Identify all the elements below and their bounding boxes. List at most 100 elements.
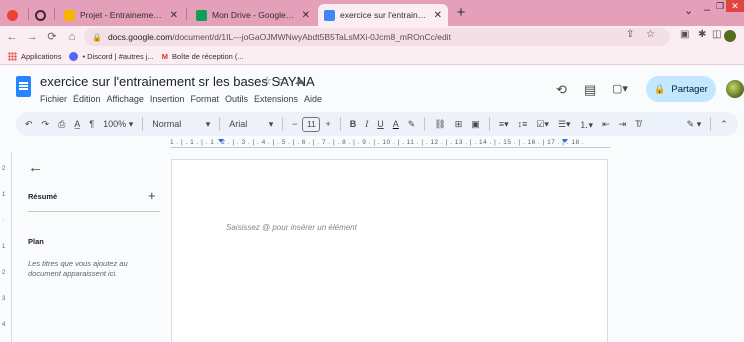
- share-page-icon[interactable]: ⇪: [626, 29, 634, 40]
- print-icon[interactable]: ⎙: [58, 119, 65, 130]
- horizontal-ruler[interactable]: 1 . | . 1 . | . 1 . 2 . | . 3 . | . 4 . …: [170, 139, 610, 149]
- star-icon[interactable]: ☆: [262, 75, 278, 87]
- text-color-button[interactable]: A: [393, 119, 399, 129]
- menu-edition[interactable]: Édition: [73, 94, 101, 104]
- document-page[interactable]: Saisissez @ pour insérer un élément: [171, 159, 608, 342]
- image-icon[interactable]: ▣: [471, 119, 480, 130]
- toolbar-divider: [142, 117, 144, 131]
- bookmark-discord[interactable]: • Discord | #autres j...: [69, 51, 154, 61]
- vertical-ruler[interactable]: 2 1 · 1 2 3 4: [0, 152, 12, 342]
- move-folder-icon[interactable]: ▭: [278, 75, 294, 87]
- tab-separator: [54, 8, 55, 20]
- bookmark-gmail[interactable]: M Boîte de réception (...: [162, 52, 244, 61]
- forward-icon[interactable]: →: [24, 29, 40, 45]
- menu-insertion[interactable]: Insertion: [150, 94, 185, 104]
- paint-format-icon[interactable]: ¶: [89, 119, 94, 129]
- tab-title: Mon Drive - Google Drive: [212, 10, 296, 20]
- puzzle-icon[interactable]: ✱: [698, 29, 706, 40]
- tab-google[interactable]: [2, 4, 24, 26]
- meet-icon[interactable]: ▢▾: [612, 82, 628, 95]
- bookmark-star-icon[interactable]: ☆: [646, 29, 655, 40]
- numbered-list-icon[interactable]: ⒈▾: [580, 118, 594, 131]
- close-icon[interactable]: ✕: [434, 10, 442, 21]
- font-size-input[interactable]: 11: [302, 116, 321, 132]
- underline-button[interactable]: U: [377, 119, 384, 129]
- align-icon[interactable]: ≡▾: [499, 119, 509, 130]
- tab-mon-drive[interactable]: Mon Drive - Google Drive ✕: [190, 4, 316, 26]
- highlight-icon[interactable]: ✎: [408, 119, 416, 130]
- insert-placeholder[interactable]: Saisissez @ pour insérer un élément: [226, 223, 357, 232]
- font-select[interactable]: Arial ▾: [229, 119, 273, 130]
- menu-extensions[interactable]: Extensions: [254, 94, 298, 104]
- comments-icon[interactable]: ▤: [584, 82, 596, 98]
- history-icon[interactable]: ⟲: [556, 82, 567, 98]
- block-icon: [35, 9, 46, 21]
- chevron-up-icon[interactable]: ⌃: [720, 119, 728, 130]
- close-icon[interactable]: ✕: [170, 10, 178, 21]
- toolbar-divider: [710, 117, 712, 131]
- cloud-status-icon[interactable]: ☁: [294, 75, 311, 87]
- outline-divider: [28, 211, 160, 212]
- address-bar[interactable]: 🔒 docs.google.com /document/d/1IL---joGa…: [84, 28, 670, 46]
- checklist-icon[interactable]: ☑▾: [536, 119, 549, 130]
- back-icon[interactable]: ←: [4, 29, 20, 45]
- link-icon[interactable]: ⛓: [434, 119, 445, 130]
- clear-formatting-icon[interactable]: T̸: [635, 119, 641, 129]
- new-tab-button[interactable]: +: [452, 4, 470, 22]
- editing-mode-icon[interactable]: ✎ ▾: [687, 119, 702, 130]
- sidepanel-icon[interactable]: ◫: [712, 29, 721, 40]
- maximize-icon[interactable]: ❐: [716, 1, 724, 12]
- redo-icon[interactable]: ↷: [42, 119, 50, 130]
- tab-blocked[interactable]: [30, 4, 52, 26]
- extension-icon[interactable]: ▣: [680, 29, 689, 40]
- bold-button[interactable]: B: [350, 119, 357, 129]
- italic-button[interactable]: I: [365, 119, 368, 129]
- close-outline-icon[interactable]: ←: [28, 159, 43, 176]
- add-summary-button[interactable]: +: [148, 188, 156, 203]
- spellcheck-icon[interactable]: A̲: [74, 119, 80, 129]
- undo-icon[interactable]: ↶: [25, 119, 33, 130]
- menu-aide[interactable]: Aide: [304, 94, 322, 104]
- bookmark-label: Applications: [21, 51, 62, 61]
- avatar[interactable]: [726, 80, 744, 98]
- profile-icon[interactable]: [724, 30, 736, 42]
- tab-search-icon[interactable]: ⌄: [684, 4, 693, 17]
- reload-icon[interactable]: ⟳: [44, 29, 60, 45]
- bookmark-applications[interactable]: Applications: [8, 51, 62, 61]
- minimize-icon[interactable]: –: [704, 4, 710, 16]
- toolbar-divider: [488, 117, 490, 131]
- tab-title: Projet - Entrainement sur les ba...: [80, 10, 164, 20]
- left-indent-marker[interactable]: [218, 139, 224, 143]
- menu-affichage[interactable]: Affichage: [107, 94, 144, 104]
- tab-exercice[interactable]: exercice sur l'entrainement sr les ✕: [318, 4, 448, 26]
- zoom-select[interactable]: 100% ▾: [103, 119, 133, 130]
- menu-format[interactable]: Format: [190, 94, 219, 104]
- drive-icon: [64, 9, 75, 21]
- gmail-icon: M: [161, 51, 168, 61]
- share-button[interactable]: 🔒 Partager: [646, 76, 716, 102]
- increase-font-size-button[interactable]: +: [325, 119, 330, 129]
- docs-icon: [324, 9, 335, 21]
- tab-projet[interactable]: Projet - Entrainement sur les ba... ✕: [58, 4, 184, 26]
- increase-indent-icon[interactable]: ⇥: [619, 119, 627, 130]
- menu-fichier[interactable]: Fichier: [40, 94, 67, 104]
- style-select[interactable]: Normal ▾: [152, 119, 210, 130]
- font-value: Arial: [229, 118, 248, 129]
- docs-header: exercice sur l'entrainement sr les bases…: [0, 66, 744, 110]
- line-spacing-icon[interactable]: ↕≡: [518, 119, 528, 129]
- right-indent-marker[interactable]: [562, 139, 568, 143]
- navigation-bar: ← → ⟳ ⌂ 🔒 docs.google.com /document/d/1I…: [0, 26, 744, 48]
- tab-strip: Projet - Entrainement sur les ba... ✕ Mo…: [0, 0, 744, 26]
- home-icon[interactable]: ⌂: [64, 29, 80, 45]
- decrease-indent-icon[interactable]: ⇤: [602, 119, 610, 130]
- close-icon[interactable]: ✕: [302, 10, 310, 21]
- menu-outils[interactable]: Outils: [225, 94, 248, 104]
- bullet-list-icon[interactable]: ☰▾: [558, 119, 571, 130]
- zoom-value: 100%: [103, 118, 127, 129]
- comment-icon[interactable]: ⊞: [455, 119, 463, 130]
- close-window-button[interactable]: ✕: [726, 0, 744, 12]
- format-toolbar: ↶ ↷ ⎙ A̲ ¶ 100% ▾ Normal ▾ Arial ▾ − 11 …: [16, 112, 738, 136]
- drive-icon: [196, 9, 207, 21]
- docs-logo-icon[interactable]: [16, 76, 31, 97]
- decrease-font-size-button[interactable]: −: [292, 119, 297, 129]
